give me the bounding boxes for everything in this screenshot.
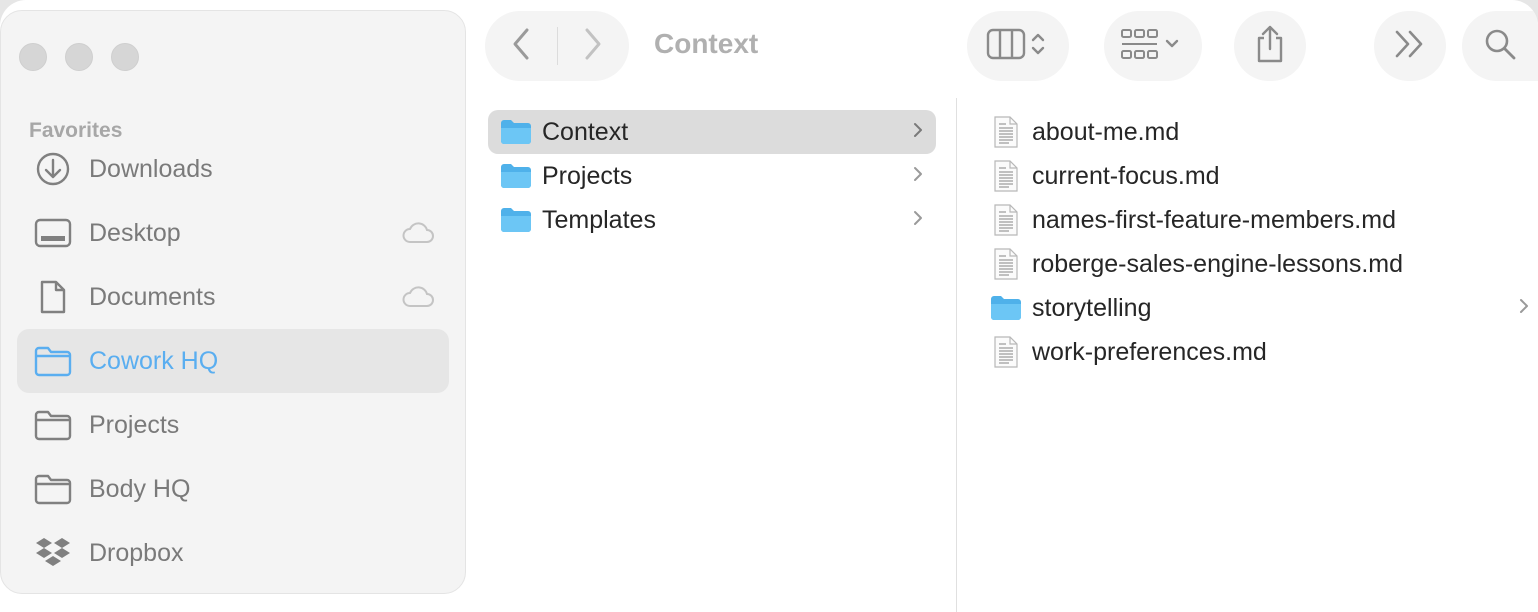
more-toolbar-items-button[interactable] (1374, 11, 1446, 81)
dropbox-icon (33, 533, 73, 573)
folder-name: Templates (542, 205, 656, 234)
chevron-right-icon (912, 164, 924, 189)
file-name: current-focus.md (1032, 161, 1220, 190)
double-chevron-icon (1393, 29, 1427, 64)
columns-view-icon (986, 27, 1050, 66)
folder-icon (990, 292, 1022, 324)
sidebar-item-projects[interactable]: Projects (17, 393, 449, 457)
chevron-left-icon (510, 27, 532, 66)
markdown-file-icon (990, 116, 1022, 148)
folder-row-storytelling[interactable]: storytelling (958, 286, 1538, 330)
grid-group-icon (1120, 27, 1186, 66)
sidebar-item-label: Cowork HQ (89, 346, 219, 375)
file-row-work-preferences[interactable]: work-preferences.md (958, 330, 1538, 374)
folder-icon (500, 116, 532, 148)
folder-icon (33, 405, 73, 445)
zoom-window-button[interactable] (111, 43, 139, 71)
file-name: names-first-feature-members.md (1032, 205, 1396, 234)
markdown-file-icon (990, 160, 1022, 192)
sidebar: Favorites Downloads Desktop Documents Co… (0, 10, 466, 594)
file-row-current-focus[interactable]: current-focus.md (958, 154, 1538, 198)
sidebar-item-label: Desktop (89, 218, 181, 247)
chevron-right-icon (1518, 296, 1530, 321)
group-by-button[interactable] (1104, 11, 1202, 81)
folder-name: storytelling (1032, 293, 1152, 322)
search-icon (1483, 27, 1517, 66)
markdown-file-icon (990, 336, 1022, 368)
view-mode-button[interactable] (967, 11, 1069, 81)
desktop-icon (33, 213, 73, 253)
folder-icon (33, 341, 73, 381)
chevron-right-icon (912, 120, 924, 145)
cloud-icon (401, 221, 435, 250)
sidebar-item-label: Downloads (89, 154, 213, 183)
folder-name: Context (542, 117, 629, 146)
cloud-icon (401, 285, 435, 314)
sidebar-item-body-hq[interactable]: Body HQ (17, 457, 449, 521)
chevron-right-icon (582, 27, 604, 66)
window-title: Context (654, 28, 759, 59)
sidebar-item-label: Documents (89, 282, 216, 311)
column-browser-pane-2: about-me.md current-focus.md names-first… (958, 98, 1538, 612)
folder-name: Projects (542, 161, 633, 190)
folder-icon (500, 204, 532, 236)
navigation-buttons (485, 11, 629, 81)
document-icon (33, 277, 73, 317)
sidebar-item-dropbox[interactable]: Dropbox (17, 521, 449, 585)
column-row-projects[interactable]: Projects (488, 154, 936, 198)
markdown-file-icon (990, 248, 1022, 280)
sidebar-item-label: Dropbox (89, 538, 184, 567)
forward-button[interactable] (573, 26, 613, 66)
file-row-roberge-sales-engine-lessons[interactable]: roberge-sales-engine-lessons.md (958, 242, 1538, 286)
column-divider[interactable] (956, 98, 957, 612)
back-button[interactable] (501, 26, 541, 66)
column-row-context[interactable]: Context (488, 110, 936, 154)
markdown-file-icon (990, 204, 1022, 236)
file-row-names-first-feature-members[interactable]: names-first-feature-members.md (958, 198, 1538, 242)
sidebar-item-desktop[interactable]: Desktop (17, 201, 449, 265)
minimize-window-button[interactable] (65, 43, 93, 71)
folder-icon (33, 469, 73, 509)
file-name: about-me.md (1032, 117, 1180, 146)
column-browser-pane-1: Context Projects Templates (486, 98, 956, 612)
folder-icon (500, 160, 532, 192)
share-button[interactable] (1234, 11, 1306, 81)
close-window-button[interactable] (19, 43, 47, 71)
file-row-about-me[interactable]: about-me.md (958, 110, 1538, 154)
sidebar-item-documents[interactable]: Documents (17, 265, 449, 329)
sidebar-item-label: Body HQ (89, 474, 191, 503)
sidebar-item-cowork-hq[interactable]: Cowork HQ (17, 329, 449, 393)
chevron-right-icon (912, 208, 924, 233)
file-name: work-preferences.md (1032, 337, 1267, 366)
finder-window: Favorites Downloads Desktop Documents Co… (0, 0, 1538, 612)
sidebar-item-label: Projects (89, 410, 180, 439)
column-row-templates[interactable]: Templates (488, 198, 936, 242)
file-name: roberge-sales-engine-lessons.md (1032, 249, 1404, 278)
search-button[interactable] (1462, 11, 1538, 81)
sidebar-item-downloads[interactable]: Downloads (17, 137, 449, 201)
download-icon (33, 149, 73, 189)
share-icon (1254, 24, 1286, 69)
